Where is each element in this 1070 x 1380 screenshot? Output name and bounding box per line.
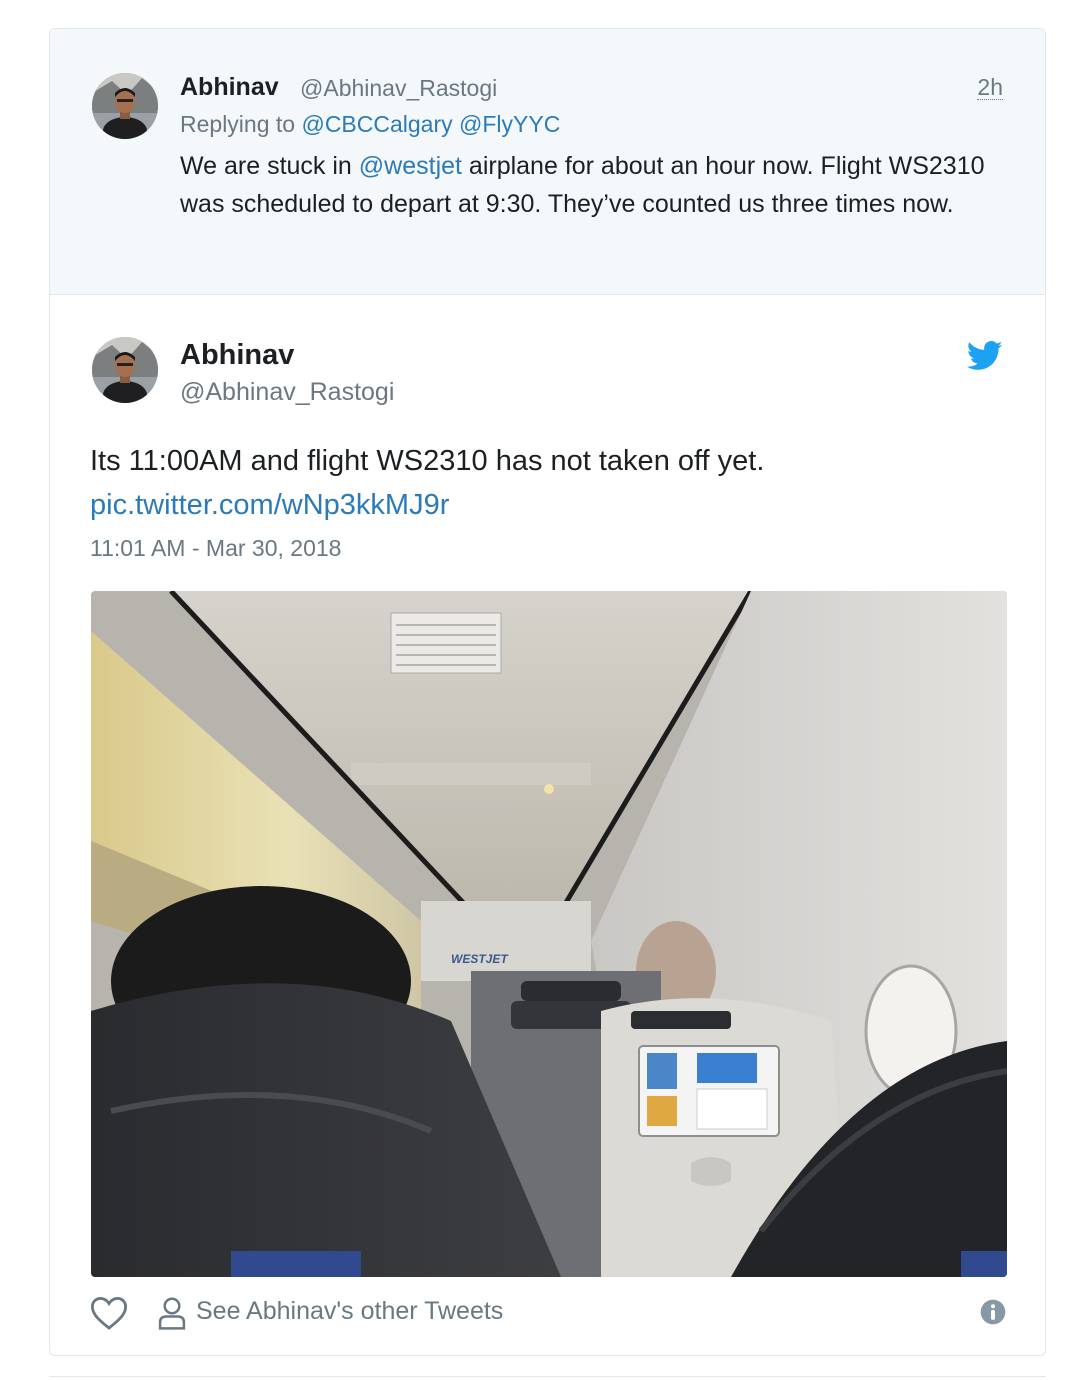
- parent-tweet-text: We are stuck in @westjet airplane for ab…: [180, 147, 990, 223]
- see-other-tweets-link[interactable]: See Abhinav's other Tweets: [196, 1297, 503, 1326]
- parent-author-handle[interactable]: @Abhinav_Rastogi: [300, 75, 497, 102]
- reply-mention-flyyyc[interactable]: @FlyYYC: [459, 111, 560, 137]
- parent-author-name[interactable]: Abhinav: [180, 73, 279, 102]
- replying-to: Replying to @CBCCalgary @FlyYYC: [180, 111, 560, 138]
- author-name[interactable]: Abhinav: [180, 339, 294, 372]
- twitter-bird-icon[interactable]: [967, 341, 1003, 371]
- pic-link[interactable]: pic.twitter.com/wNp3kkMJ9r: [90, 483, 1000, 527]
- photo-westjet-text: WESTJET: [451, 952, 509, 966]
- divider: [49, 1376, 1046, 1377]
- embedded-tweet-card: Abhinav @Abhinav_Rastogi 2h Replying to …: [49, 28, 1046, 1356]
- parent-avatar[interactable]: [92, 73, 158, 139]
- tweet-text: Its 11:00AM and flight WS2310 has not ta…: [90, 439, 1000, 527]
- author-handle[interactable]: @Abhinav_Rastogi: [180, 378, 394, 407]
- author-avatar[interactable]: [92, 337, 158, 403]
- parent-text-before: We are stuck in: [180, 152, 359, 180]
- heart-icon[interactable]: [90, 1295, 128, 1331]
- tweet-body: Its 11:00AM and flight WS2310 has not ta…: [90, 445, 765, 477]
- parent-timestamp[interactable]: 2h: [977, 75, 1003, 101]
- person-icon[interactable]: [158, 1296, 186, 1330]
- tweet-footer: See Abhinav's other Tweets: [90, 1293, 1006, 1333]
- tweet-date[interactable]: 11:01 AM - Mar 30, 2018: [90, 535, 341, 562]
- replying-prefix: Replying to: [180, 111, 302, 137]
- tweet-photo[interactable]: WESTJET: [91, 591, 1007, 1277]
- reply-mention-cbccalgary[interactable]: @CBCCalgary: [301, 111, 452, 137]
- parent-tweet[interactable]: Abhinav @Abhinav_Rastogi 2h Replying to …: [50, 29, 1045, 295]
- mention-westjet[interactable]: @westjet: [359, 152, 462, 180]
- info-icon[interactable]: [980, 1299, 1006, 1325]
